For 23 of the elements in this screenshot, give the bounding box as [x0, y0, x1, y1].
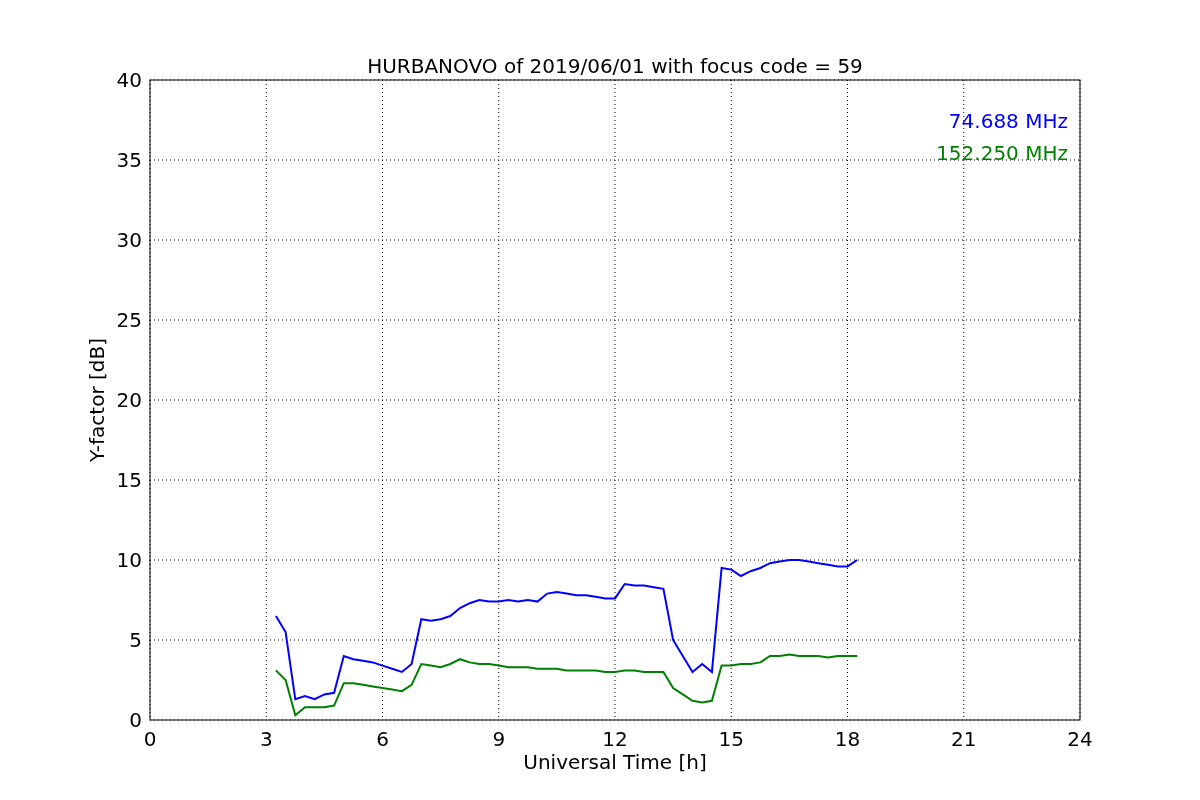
y-tick-label: 40	[116, 68, 142, 92]
x-tick-label: 15	[718, 727, 744, 751]
y-tick-label: 20	[116, 388, 142, 412]
x-tick-label: 9	[492, 727, 506, 751]
y-tick-label: 5	[129, 628, 142, 652]
y-tick-label: 10	[116, 548, 142, 572]
x-tick-label: 6	[376, 727, 389, 751]
y-tick-label: 0	[129, 708, 142, 732]
x-tick-label: 12	[602, 727, 628, 751]
x-tick-label: 21	[951, 727, 977, 751]
x-tick-label: 0	[143, 727, 157, 751]
chart-title: HURBANOVO of 2019/06/01 with focus code = 59	[367, 54, 863, 78]
y-tick-label: 15	[116, 468, 142, 492]
y-tick-label: 30	[116, 228, 142, 252]
legend-label: 74.688 MHz	[948, 109, 1068, 133]
y-tick-label: 35	[116, 148, 142, 172]
x-tick-label: 24	[1067, 727, 1093, 751]
y-tick-label: 25	[116, 308, 142, 332]
x-tick-label: 3	[259, 727, 273, 751]
x-axis-label: Universal Time [h]	[523, 750, 707, 774]
y-axis-label: Y-factor [dB]	[85, 338, 109, 462]
legend-label: 152.250 MHz	[936, 141, 1068, 165]
x-tick-label: 18	[834, 727, 861, 751]
